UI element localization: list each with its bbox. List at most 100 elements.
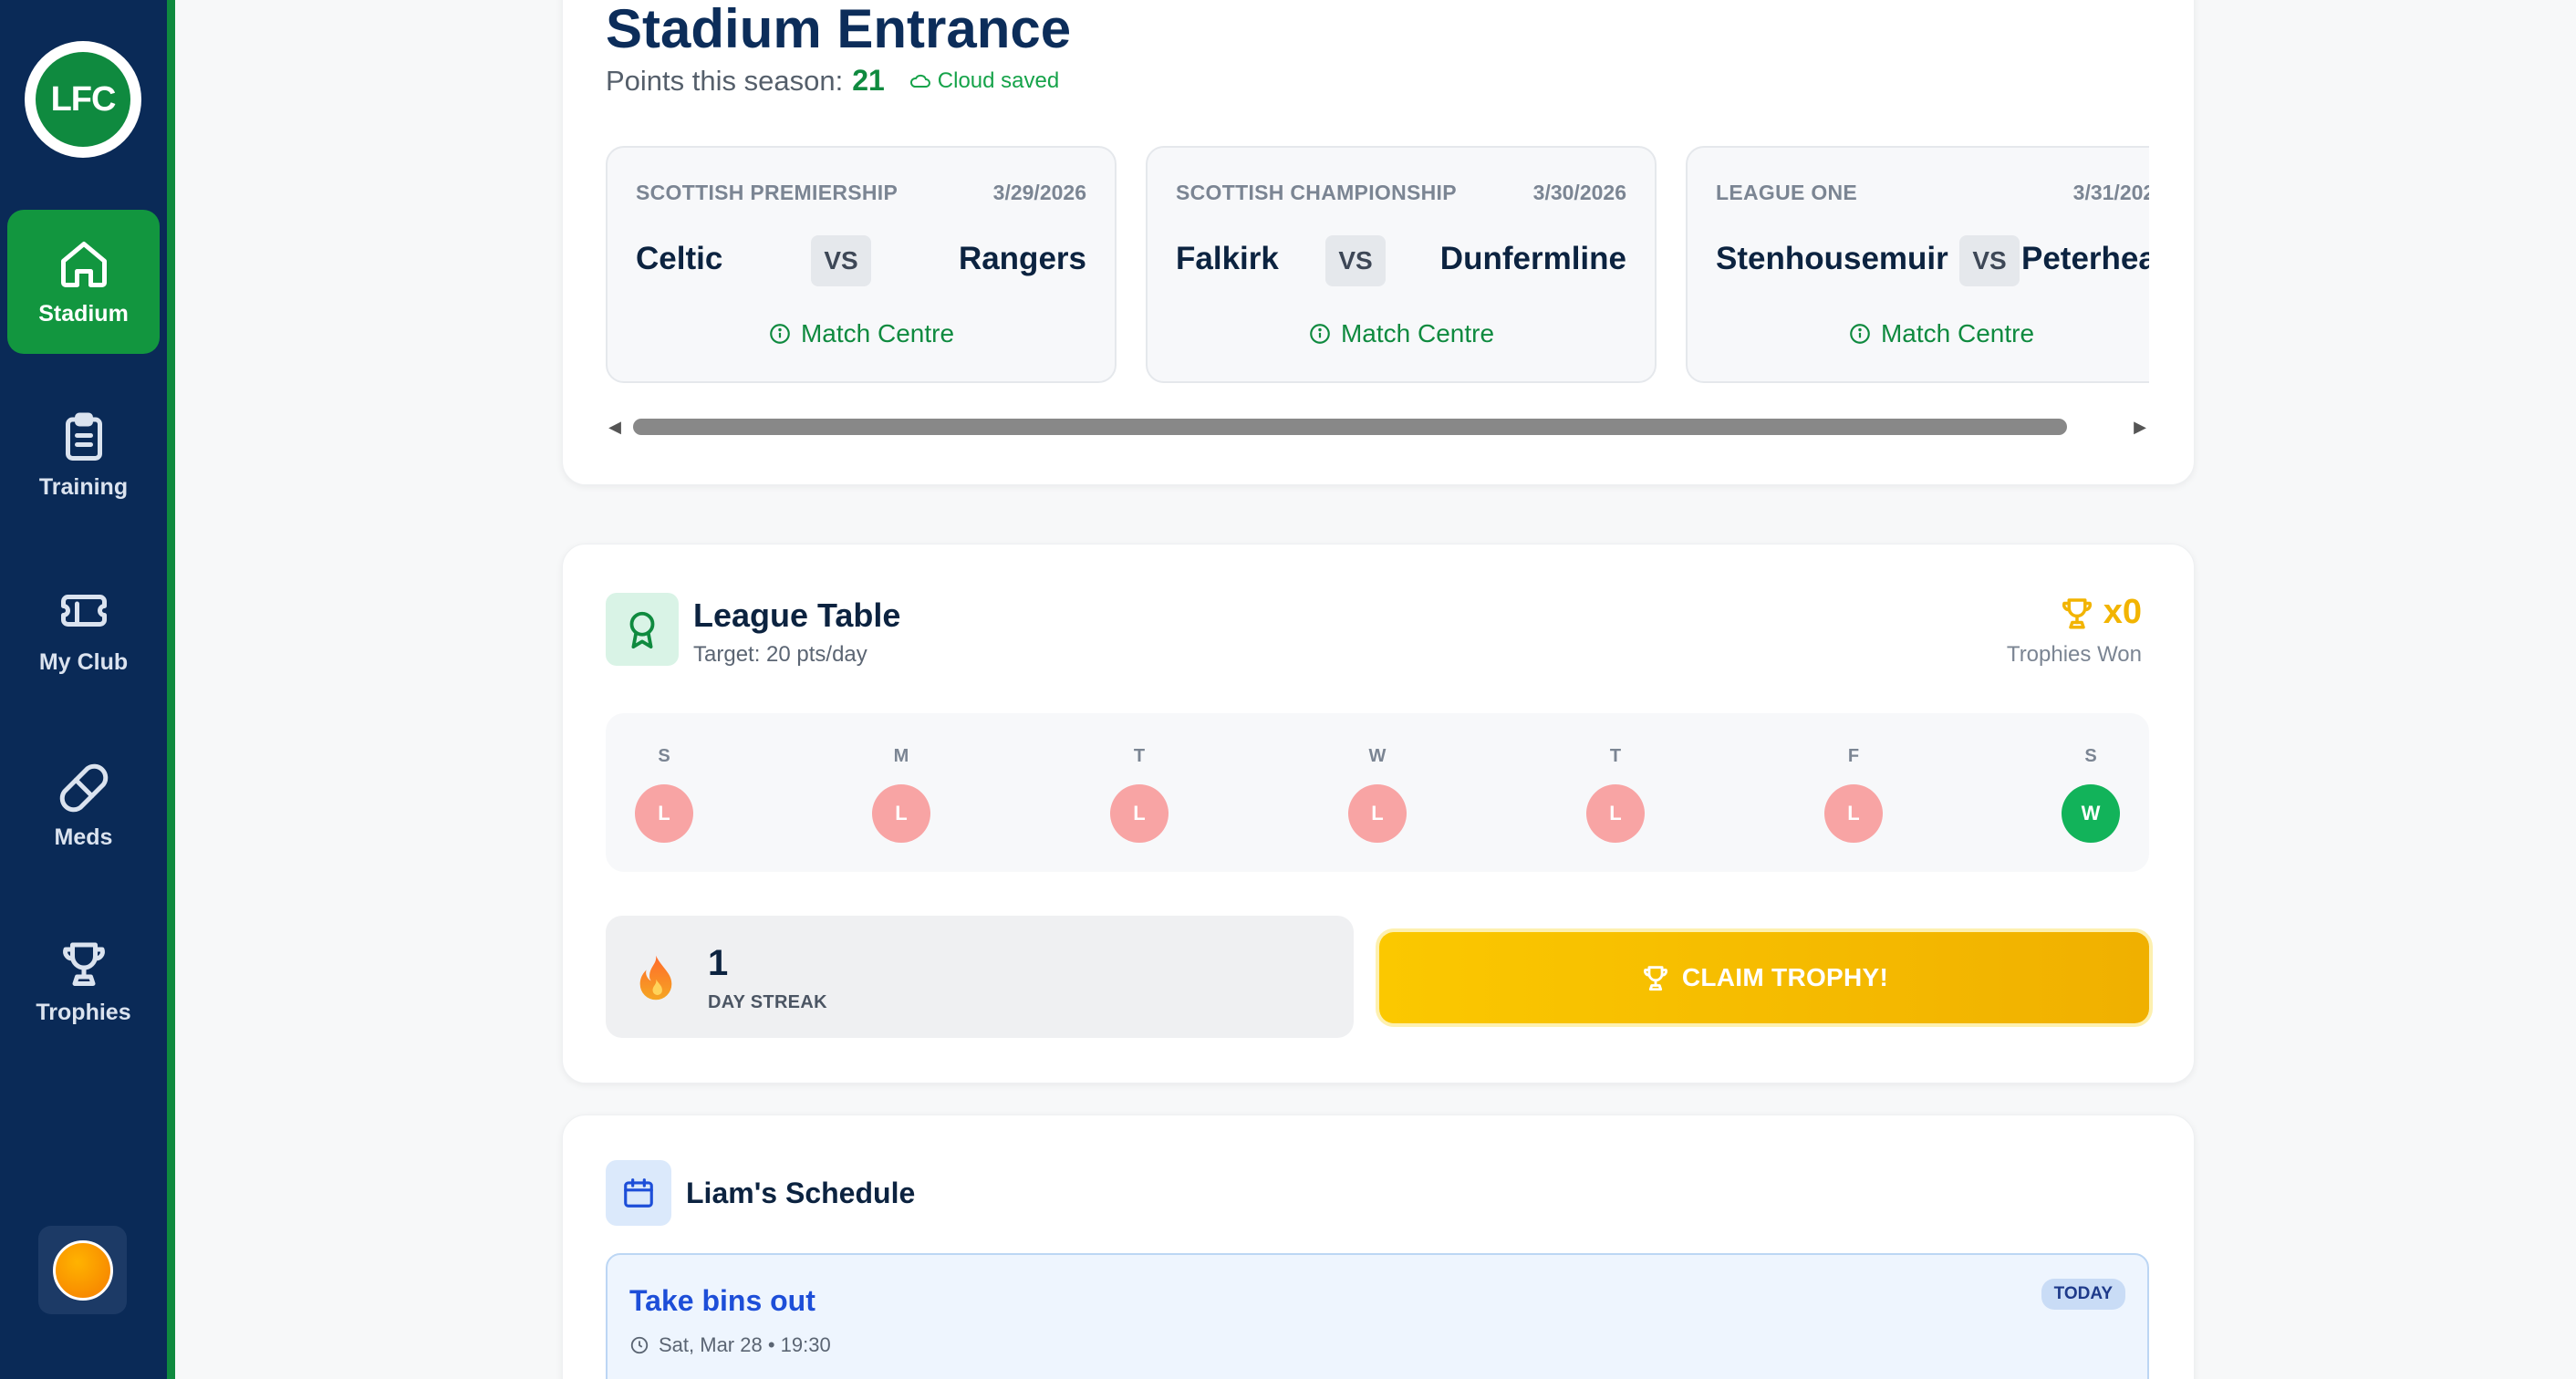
match-card: SCOTTISH PREMIERSHIP 3/29/2026 Celtic VS… — [606, 146, 1117, 383]
day-letter: T — [1133, 746, 1146, 766]
day-result: L — [1586, 784, 1645, 843]
vs-badge: VS — [1325, 235, 1386, 286]
league-icon-box — [606, 593, 679, 666]
scroll-right-arrow-icon[interactable]: ▶ — [2131, 416, 2149, 438]
schedule-event[interactable]: Take bins out Sat, Mar 28 • 19:30 TODAY — [606, 1253, 2149, 1379]
info-icon — [770, 324, 790, 344]
nav-item-trophies[interactable]: Trophies — [7, 908, 160, 1052]
points-line: Points this season: 21 Cloud saved — [606, 64, 1059, 98]
match-centre-label: Match Centre — [1340, 319, 1495, 347]
clipboard-icon — [65, 412, 102, 461]
trophy-icon — [62, 942, 105, 986]
league-title: League Table — [693, 596, 901, 634]
info-icon — [1310, 324, 1330, 344]
event-meta: Sat, Mar 28 • 19:30 — [629, 1333, 831, 1357]
save-status: Cloud saved — [909, 68, 1059, 94]
match-centre-link[interactable]: Match Centre — [1148, 319, 1655, 348]
match-card: SCOTTISH CHAMPIONSHIP 3/30/2026 Falkirk … — [1146, 146, 1657, 383]
calendar-icon — [624, 1178, 653, 1208]
week-results: S L M L T L W L T L F L S W — [606, 713, 2149, 872]
clock-icon — [630, 1336, 649, 1354]
trophy-count: x0 — [2058, 593, 2142, 632]
points-value: 21 — [852, 64, 885, 97]
nav-label-stadium: Stadium — [38, 300, 129, 327]
away-team: Rangers — [958, 241, 1086, 276]
trophy-label: Trophies Won — [2006, 642, 2142, 667]
match-centre-label: Match Centre — [1880, 319, 2035, 347]
matches-carousel[interactable]: SCOTTISH PREMIERSHIP 3/29/2026 Celtic VS… — [606, 146, 2149, 385]
claim-trophy-button[interactable]: CLAIM TROPHY! — [1379, 932, 2149, 1023]
info-icon — [1850, 324, 1870, 344]
day-letter: M — [893, 746, 909, 766]
trophy-icon — [2062, 597, 2092, 628]
match-league: LEAGUE ONE — [1716, 181, 1858, 204]
home-team: Falkirk — [1176, 241, 1279, 276]
day-column: W L — [1348, 746, 1407, 843]
event-datetime: Sat, Mar 28 • 19:30 — [659, 1333, 831, 1356]
streak-box: 1 DAY STREAK — [606, 916, 1354, 1038]
scrollbar-thumb[interactable] — [633, 419, 2067, 435]
day-column: T L — [1586, 746, 1645, 843]
user-avatar-button[interactable] — [38, 1226, 127, 1314]
claim-trophy-label: CLAIM TROPHY! — [1681, 963, 1889, 991]
main-content: Stadium Entrance Points this season: 21 … — [175, 0, 2576, 1379]
matches-scrollbar[interactable]: ◀ ▶ — [606, 416, 2149, 438]
nav-item-stadium[interactable]: Stadium — [7, 210, 160, 354]
home-icon — [60, 241, 107, 287]
vs-badge: VS — [811, 235, 871, 286]
day-letter: T — [1609, 746, 1622, 766]
streak-value: 1 — [708, 943, 729, 983]
match-date: 3/29/2026 — [992, 181, 1086, 204]
match-centre-label: Match Centre — [800, 319, 955, 347]
day-result: L — [872, 784, 930, 843]
day-result: W — [2062, 784, 2120, 843]
nav-label-training: Training — [38, 473, 129, 500]
club-logo[interactable]: LFC — [25, 41, 141, 158]
club-logo-text: LFC — [36, 52, 130, 147]
schedule-icon-box — [606, 1160, 671, 1226]
day-column: M L — [872, 746, 930, 843]
today-badge: TODAY — [2041, 1279, 2125, 1310]
flame-icon — [639, 955, 672, 1001]
nav-item-my-club[interactable]: My Club — [7, 558, 160, 702]
match-date: 3/31/2026 — [2072, 181, 2149, 204]
trophy-count-value: x0 — [2103, 593, 2142, 631]
vs-badge: VS — [1959, 235, 2020, 286]
home-team: Stenhousemuir — [1716, 241, 1948, 276]
sidebar-accent-stripe — [167, 0, 175, 1379]
nav-item-meds[interactable]: Meds — [7, 733, 160, 877]
match-league: SCOTTISH CHAMPIONSHIP — [1176, 181, 1457, 204]
pill-icon — [59, 763, 108, 812]
trophy-icon — [1643, 966, 1667, 991]
nav-label-meds: Meds — [54, 824, 113, 850]
away-team: Peterhead — [2021, 241, 2149, 276]
home-team: Celtic — [636, 241, 723, 276]
points-label: Points this season: — [606, 64, 844, 97]
cloud-icon — [909, 74, 930, 88]
day-column: S L — [635, 746, 693, 843]
day-letter: S — [658, 746, 670, 766]
day-result: L — [1824, 784, 1883, 843]
page-title: Stadium Entrance — [606, 0, 1072, 59]
day-column: T L — [1110, 746, 1169, 843]
nav-label-my-club: My Club — [38, 648, 129, 675]
match-centre-link[interactable]: Match Centre — [1688, 319, 2149, 348]
day-letter: S — [2084, 746, 2097, 766]
away-team: Dunfermline — [1439, 241, 1626, 276]
day-letter: F — [1847, 746, 1860, 766]
nav-item-training[interactable]: Training — [7, 383, 160, 527]
match-card: LEAGUE ONE 3/31/2026 Stenhousemuir VS Pe… — [1686, 146, 2149, 383]
event-title: Take bins out — [629, 1284, 815, 1317]
day-column: S W — [2062, 746, 2120, 843]
ticket-icon — [60, 594, 107, 627]
award-ribbon-icon — [629, 611, 655, 649]
day-column: F L — [1824, 746, 1883, 843]
match-centre-link[interactable]: Match Centre — [608, 319, 1115, 348]
scroll-left-arrow-icon[interactable]: ◀ — [606, 416, 624, 438]
league-target: Target: 20 pts/day — [693, 642, 867, 667]
schedule-title: Liam's Schedule — [686, 1177, 916, 1209]
nav-label-trophies: Trophies — [36, 999, 131, 1025]
day-result: L — [1348, 784, 1407, 843]
save-status-text: Cloud saved — [937, 67, 1060, 93]
streak-label: DAY STREAK — [708, 992, 827, 1012]
